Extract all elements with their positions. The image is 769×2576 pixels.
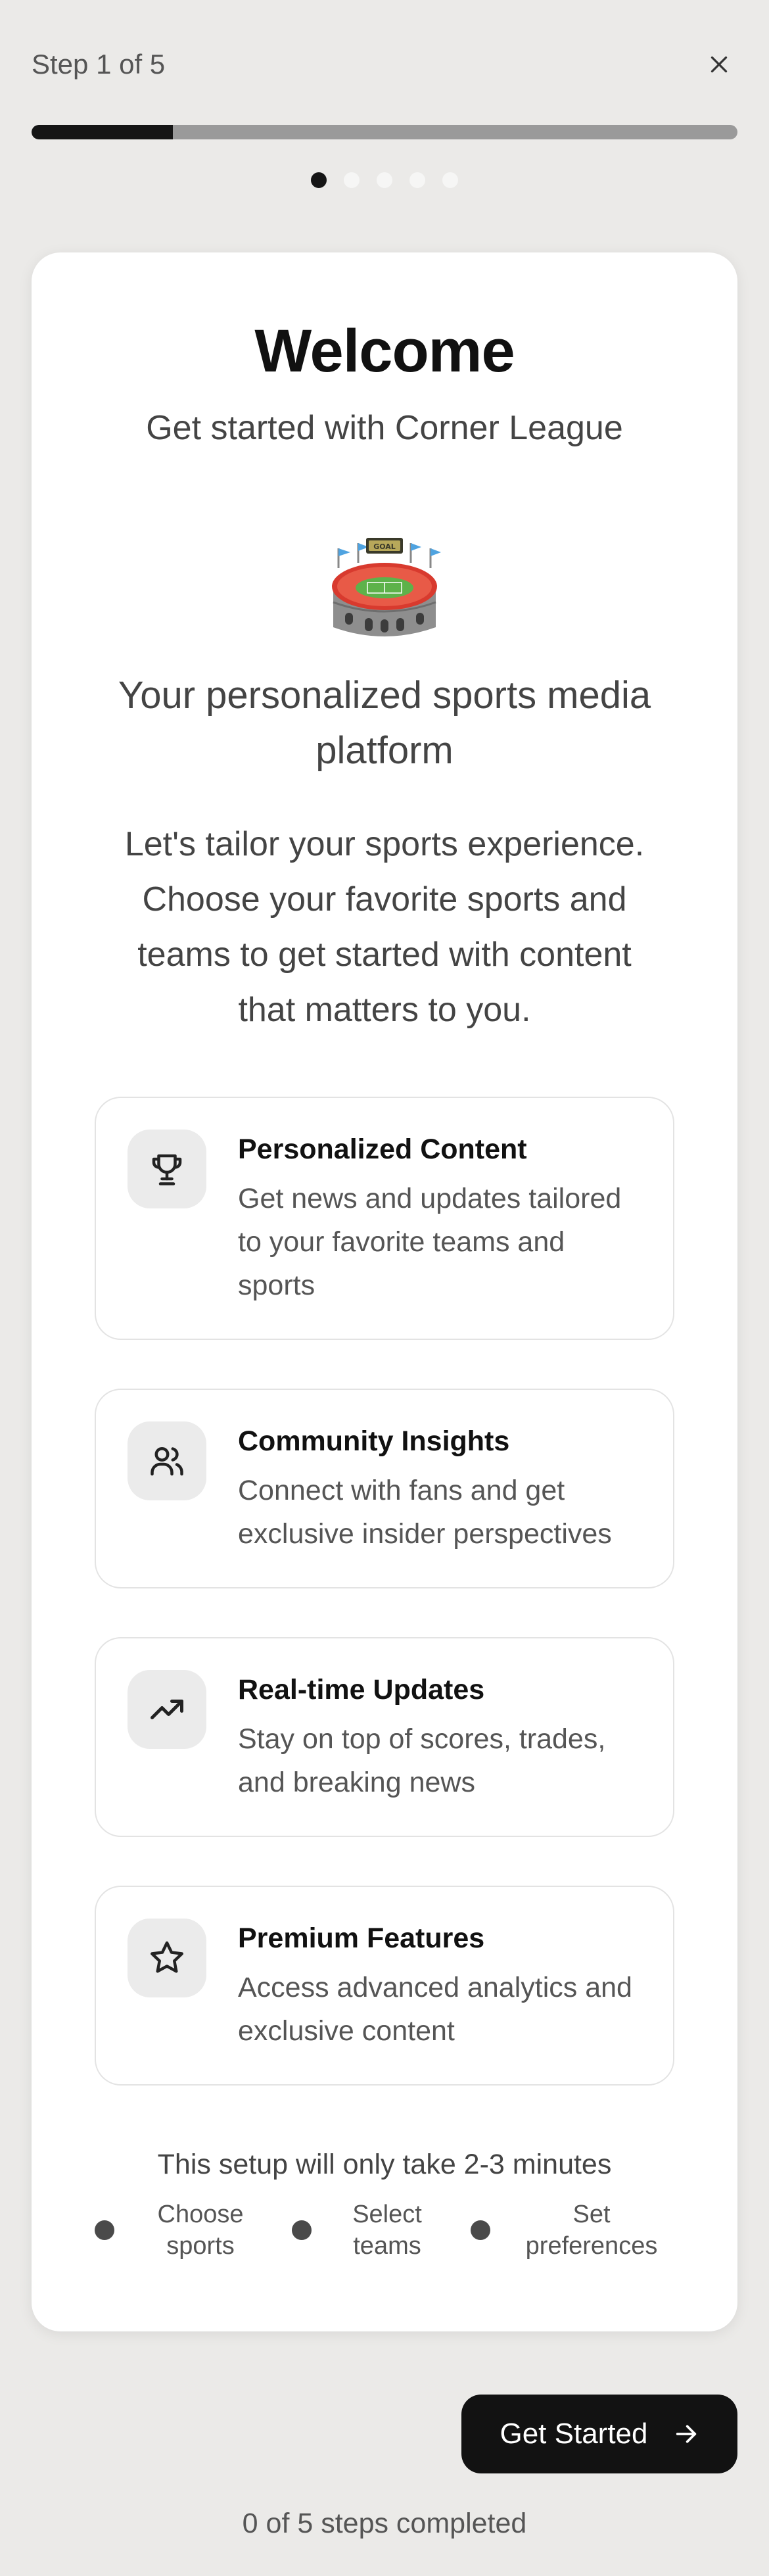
feature-description-line: Connect with fans and get bbox=[238, 1475, 565, 1506]
setup-step-label-line: preferences bbox=[525, 2232, 658, 2260]
feature-description-line: exclusive content bbox=[238, 2015, 455, 2047]
feature-description-line: and breaking news bbox=[238, 1767, 475, 1798]
users-icon bbox=[151, 1447, 183, 1476]
step-pager bbox=[0, 172, 769, 188]
setup-step-label: Select teams bbox=[344, 2199, 430, 2262]
step-bullet bbox=[471, 2220, 490, 2240]
close-button[interactable] bbox=[701, 46, 737, 83]
feature-card-realtime-updates: Real-time Updates Stay on top of scores,… bbox=[95, 1637, 674, 1837]
feature-title: Premium Features bbox=[238, 1922, 485, 1954]
get-started-label: Get Started bbox=[500, 2418, 648, 2450]
setup-step-label: Set preferences bbox=[519, 2199, 664, 2262]
setup-step-label-line: Set bbox=[572, 2201, 611, 2228]
feature-description: Connect with fans and get exclusive insi… bbox=[238, 1469, 641, 1556]
feature-description-line: Stay on top of scores, trades, bbox=[238, 1723, 606, 1755]
feature-icon-badge bbox=[128, 1919, 206, 1997]
page-title: Welcome bbox=[254, 318, 515, 385]
welcome-card: Welcome Get started with Corner League G… bbox=[32, 252, 737, 2331]
steps-completed-status: 0 of 5 steps completed bbox=[242, 2508, 527, 2539]
feature-description-line: Access advanced analytics and bbox=[238, 1972, 632, 2003]
feature-title: Personalized Content bbox=[238, 1133, 527, 1165]
progress-bar-fill bbox=[32, 125, 173, 139]
setup-step-label-line: Choose bbox=[157, 2201, 244, 2228]
setup-step-label: Choose sports bbox=[151, 2199, 250, 2262]
setup-step-label-line: teams bbox=[353, 2232, 421, 2260]
feature-description-line: exclusive insider perspectives bbox=[238, 1518, 612, 1550]
pager-dot-5[interactable] bbox=[442, 172, 458, 188]
description-line: teams to get started with content bbox=[137, 936, 632, 974]
feature-title: Real-time Updates bbox=[238, 1674, 485, 1705]
feature-description-line: Get news and updates tailored bbox=[238, 1183, 622, 1214]
progress-bar bbox=[32, 125, 737, 139]
feature-description: Get news and updates tailored to your fa… bbox=[238, 1177, 641, 1307]
pager-dot-2[interactable] bbox=[344, 172, 360, 188]
feature-description-line: sports bbox=[238, 1270, 315, 1301]
close-icon bbox=[711, 56, 728, 73]
svg-text:GOAL: GOAL bbox=[373, 542, 396, 551]
arrow-right-icon bbox=[676, 2425, 696, 2443]
setup-step-label-line: Select bbox=[352, 2201, 422, 2228]
star-icon bbox=[151, 1941, 184, 1973]
feature-icon-badge bbox=[128, 1421, 206, 1500]
top-bar: Step 1 of 5 bbox=[32, 46, 737, 83]
feature-card-premium-features: Premium Features Access advanced analyti… bbox=[95, 1886, 674, 2086]
feature-card-community-insights: Community Insights Connect with fans and… bbox=[95, 1389, 674, 1588]
setup-step-choose-sports: Choose sports bbox=[95, 2199, 250, 2262]
feature-description: Stay on top of scores, trades, and break… bbox=[238, 1717, 641, 1804]
tagline-line: Your personalized sports media bbox=[118, 674, 651, 717]
trophy-icon bbox=[152, 1154, 182, 1185]
feature-icon-badge bbox=[128, 1670, 206, 1749]
step-bullet bbox=[292, 2220, 312, 2240]
feature-card-personalized-content: Personalized Content Get news and update… bbox=[95, 1097, 674, 1340]
feature-title: Community Insights bbox=[238, 1425, 510, 1457]
description-line: Let's tailor your sports experience. bbox=[124, 825, 645, 863]
tagline: Your personalized sports media platform bbox=[84, 668, 685, 778]
feature-description-line: to your favorite teams and bbox=[238, 1226, 565, 1258]
step-bullet bbox=[95, 2220, 114, 2240]
page-subtitle: Get started with Corner League bbox=[146, 409, 623, 447]
setup-step-select-teams: Select teams bbox=[292, 2199, 430, 2262]
trending-up-icon bbox=[151, 1700, 183, 1719]
stadium-illustration: GOAL bbox=[332, 538, 441, 636]
setup-step-label-line: sports bbox=[166, 2232, 235, 2260]
description-line: that matters to you. bbox=[238, 991, 531, 1029]
setup-steps: Choose sports Select teams Set preferenc… bbox=[95, 2199, 674, 2271]
get-started-button[interactable]: Get Started bbox=[461, 2395, 737, 2473]
pager-dot-4[interactable] bbox=[409, 172, 425, 188]
pager-dot-1[interactable] bbox=[311, 172, 327, 188]
intro-description: Let's tailor your sports experience. Cho… bbox=[84, 817, 685, 1038]
description-line: Choose your favorite sports and bbox=[142, 880, 627, 918]
setup-step-set-preferences: Set preferences bbox=[471, 2199, 664, 2262]
feature-description: Access advanced analytics and exclusive … bbox=[238, 1966, 641, 2053]
pager-dot-3[interactable] bbox=[377, 172, 392, 188]
step-indicator: Step 1 of 5 bbox=[32, 49, 166, 80]
feature-icon-badge bbox=[128, 1130, 206, 1208]
setup-duration-note: This setup will only take 2-3 minutes bbox=[157, 2149, 612, 2180]
tagline-line: platform bbox=[315, 729, 454, 772]
